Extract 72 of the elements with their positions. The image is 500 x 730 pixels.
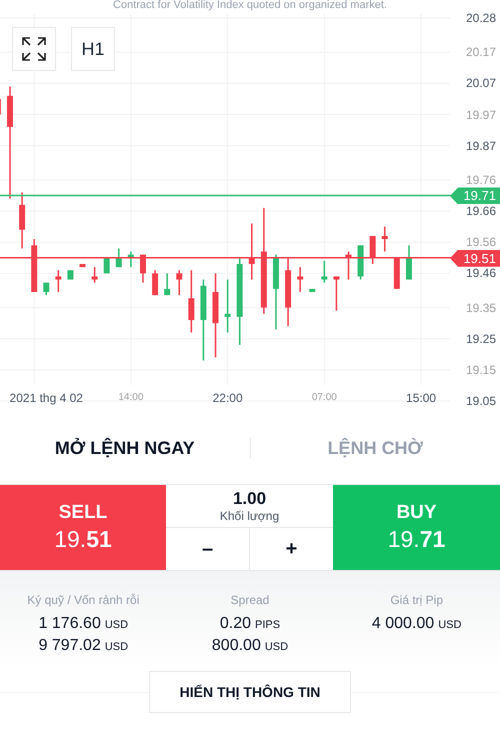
candle <box>104 258 110 274</box>
candle <box>321 260 328 283</box>
candle <box>382 226 388 252</box>
unit-label: USD <box>438 618 462 633</box>
candle <box>140 254 146 283</box>
axis-label: 19.97 <box>466 108 496 121</box>
show-info-button[interactable]: HIỂN THỊ THÔNG TIN <box>149 671 351 713</box>
candle <box>188 270 194 332</box>
axis-label: 19.15 <box>466 364 496 376</box>
candle <box>297 267 304 292</box>
axis-label: 19.25 <box>466 332 496 345</box>
candle <box>394 258 400 289</box>
candle <box>19 192 26 248</box>
order-tab[interactable]: MỞ LỆNH NGAY <box>0 434 250 462</box>
axis-label: 19.66 <box>466 205 496 218</box>
unit-label: PIPS <box>255 618 280 633</box>
timeframe-button[interactable]: H1 <box>71 27 115 71</box>
candle <box>116 248 122 268</box>
info-value: 1 176.60 <box>38 614 101 634</box>
price-tag: 19.51 <box>450 250 500 267</box>
unit-label: USD <box>104 618 128 633</box>
increase-button[interactable]: + <box>250 528 333 570</box>
candle <box>224 280 231 332</box>
candle <box>406 245 412 280</box>
candle <box>55 270 62 292</box>
fullscreen-button[interactable] <box>12 27 56 71</box>
axis-label: 19.56 <box>466 236 496 248</box>
candle <box>333 276 340 311</box>
volume-value: 1.00 <box>232 488 266 510</box>
axis-label: 19.05 <box>466 395 496 407</box>
info-label: Spread <box>230 592 270 609</box>
axis-label: 19.46 <box>466 267 496 280</box>
axis-label: 22:00 <box>212 392 243 404</box>
candle <box>285 258 292 326</box>
expand-icon <box>21 36 47 62</box>
candle <box>80 264 86 268</box>
axis-label: 19.87 <box>466 140 496 152</box>
candle <box>346 252 352 280</box>
candle <box>128 252 134 268</box>
axis-label: 14:00 <box>118 393 144 403</box>
decrease-button[interactable]: – <box>166 528 250 570</box>
info-value: 9 797.02 <box>38 636 101 656</box>
axis-label: 19.35 <box>466 302 496 314</box>
info-value: 0.20 <box>220 614 252 634</box>
unit-label: USD <box>264 640 288 655</box>
chart-caption: Contract for Volatility Index quoted on organized market. <box>112 0 388 11</box>
price-tag: 19.71 <box>450 187 500 204</box>
candle <box>31 239 38 292</box>
unit-label: USD <box>104 640 128 655</box>
candle <box>164 273 170 296</box>
axis-label: 20.17 <box>466 46 496 58</box>
sell-button[interactable]: SELL 19.51 <box>0 485 166 570</box>
candle <box>370 236 376 264</box>
info-label: Ký quỹ / Vốn rảnh rỗi <box>27 592 140 609</box>
info-value: 800.00 <box>212 636 261 656</box>
info-value: 4 000.00 <box>372 614 434 634</box>
candle <box>67 270 74 280</box>
candle <box>43 282 50 296</box>
axis-label: 20.07 <box>466 77 496 90</box>
axis-label: 19.76 <box>466 174 496 186</box>
candle <box>248 224 255 280</box>
axis-label: 20.28 <box>466 12 496 24</box>
candle <box>176 270 182 296</box>
axis-label: 2021 thg 4 02 <box>10 392 83 404</box>
axis-label: 07:00 <box>312 393 337 403</box>
info-label: Giá trị Pip <box>390 592 443 609</box>
candle <box>92 267 98 283</box>
candle <box>309 288 316 292</box>
candle <box>152 270 158 296</box>
axis-label: 15:00 <box>406 392 436 404</box>
candle <box>358 245 364 280</box>
volume-label: Khối lượng <box>220 509 280 524</box>
